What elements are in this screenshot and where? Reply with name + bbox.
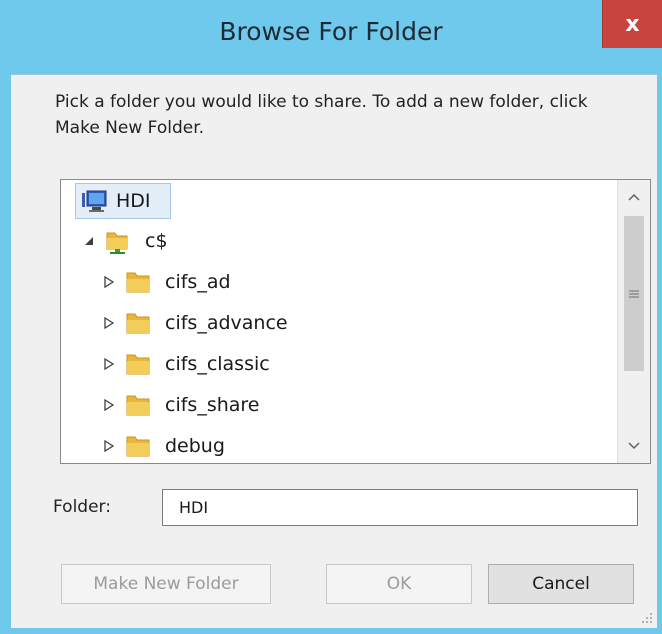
tree-item-folder[interactable]: cifs_ad [101, 264, 231, 300]
scroll-down-button[interactable] [618, 429, 650, 463]
scroll-thumb[interactable] [624, 216, 644, 371]
tree-item-folder[interactable]: debug [101, 428, 225, 463]
tree-item-label: cifs_ad [165, 271, 231, 293]
chevron-up-icon [628, 193, 640, 201]
grip-lines-icon [629, 290, 639, 297]
tree-item-hdi[interactable]: HDI [75, 183, 171, 219]
expanded-arrow-icon[interactable] [81, 233, 97, 249]
collapsed-arrow-icon[interactable] [101, 397, 117, 413]
tree-item-label: debug [165, 435, 225, 457]
collapsed-arrow-icon[interactable] [101, 356, 117, 372]
chevron-down-icon [628, 442, 640, 450]
tree-item-folder[interactable]: cifs_classic [101, 346, 270, 382]
scroll-up-button[interactable] [618, 180, 650, 214]
folder-icon [125, 393, 151, 417]
title-bar[interactable]: Browse For Folder x [0, 0, 662, 74]
dialog-title: Browse For Folder [219, 17, 443, 46]
tree-item-label: cifs_share [165, 394, 260, 416]
network-share-icon [105, 229, 131, 254]
folder-icon [125, 311, 151, 335]
instructions-text: Pick a folder you would like to share. T… [55, 92, 588, 138]
collapsed-arrow-icon[interactable] [101, 274, 117, 290]
collapsed-arrow-icon[interactable] [101, 315, 117, 331]
ok-button[interactable]: OK [326, 564, 472, 604]
make-new-folder-button[interactable]: Make New Folder [61, 564, 271, 604]
vertical-scrollbar[interactable] [617, 180, 650, 463]
cancel-button[interactable]: Cancel [488, 564, 634, 604]
tree-item-label: cifs_advance [165, 312, 288, 334]
folder-field[interactable] [162, 489, 638, 526]
folder-field-label: Folder: [53, 497, 111, 517]
computer-icon [80, 189, 108, 213]
tree-item-c-share[interactable]: c$ [81, 223, 168, 259]
folder-icon [125, 270, 151, 294]
folder-tree[interactable]: HDI c$ cifs_ad cifs_advance cifs_classic… [60, 179, 651, 464]
folder-icon [125, 352, 151, 376]
folder-icon [125, 434, 151, 458]
close-icon: x [625, 11, 640, 37]
dialog-body: Pick a folder you would like to share. T… [11, 74, 657, 628]
close-button[interactable]: x [602, 0, 662, 48]
tree-item-label: cifs_classic [165, 353, 270, 375]
tree-item-label: c$ [145, 230, 168, 252]
tree-item-label: HDI [116, 190, 151, 212]
browse-for-folder-dialog: Browse For Folder x Pick a folder you wo… [0, 0, 662, 634]
tree-item-folder[interactable]: cifs_share [101, 387, 259, 423]
resize-grip-icon[interactable] [641, 612, 653, 624]
collapsed-arrow-icon[interactable] [101, 438, 117, 454]
tree-item-folder[interactable]: cifs_advance [101, 305, 288, 341]
